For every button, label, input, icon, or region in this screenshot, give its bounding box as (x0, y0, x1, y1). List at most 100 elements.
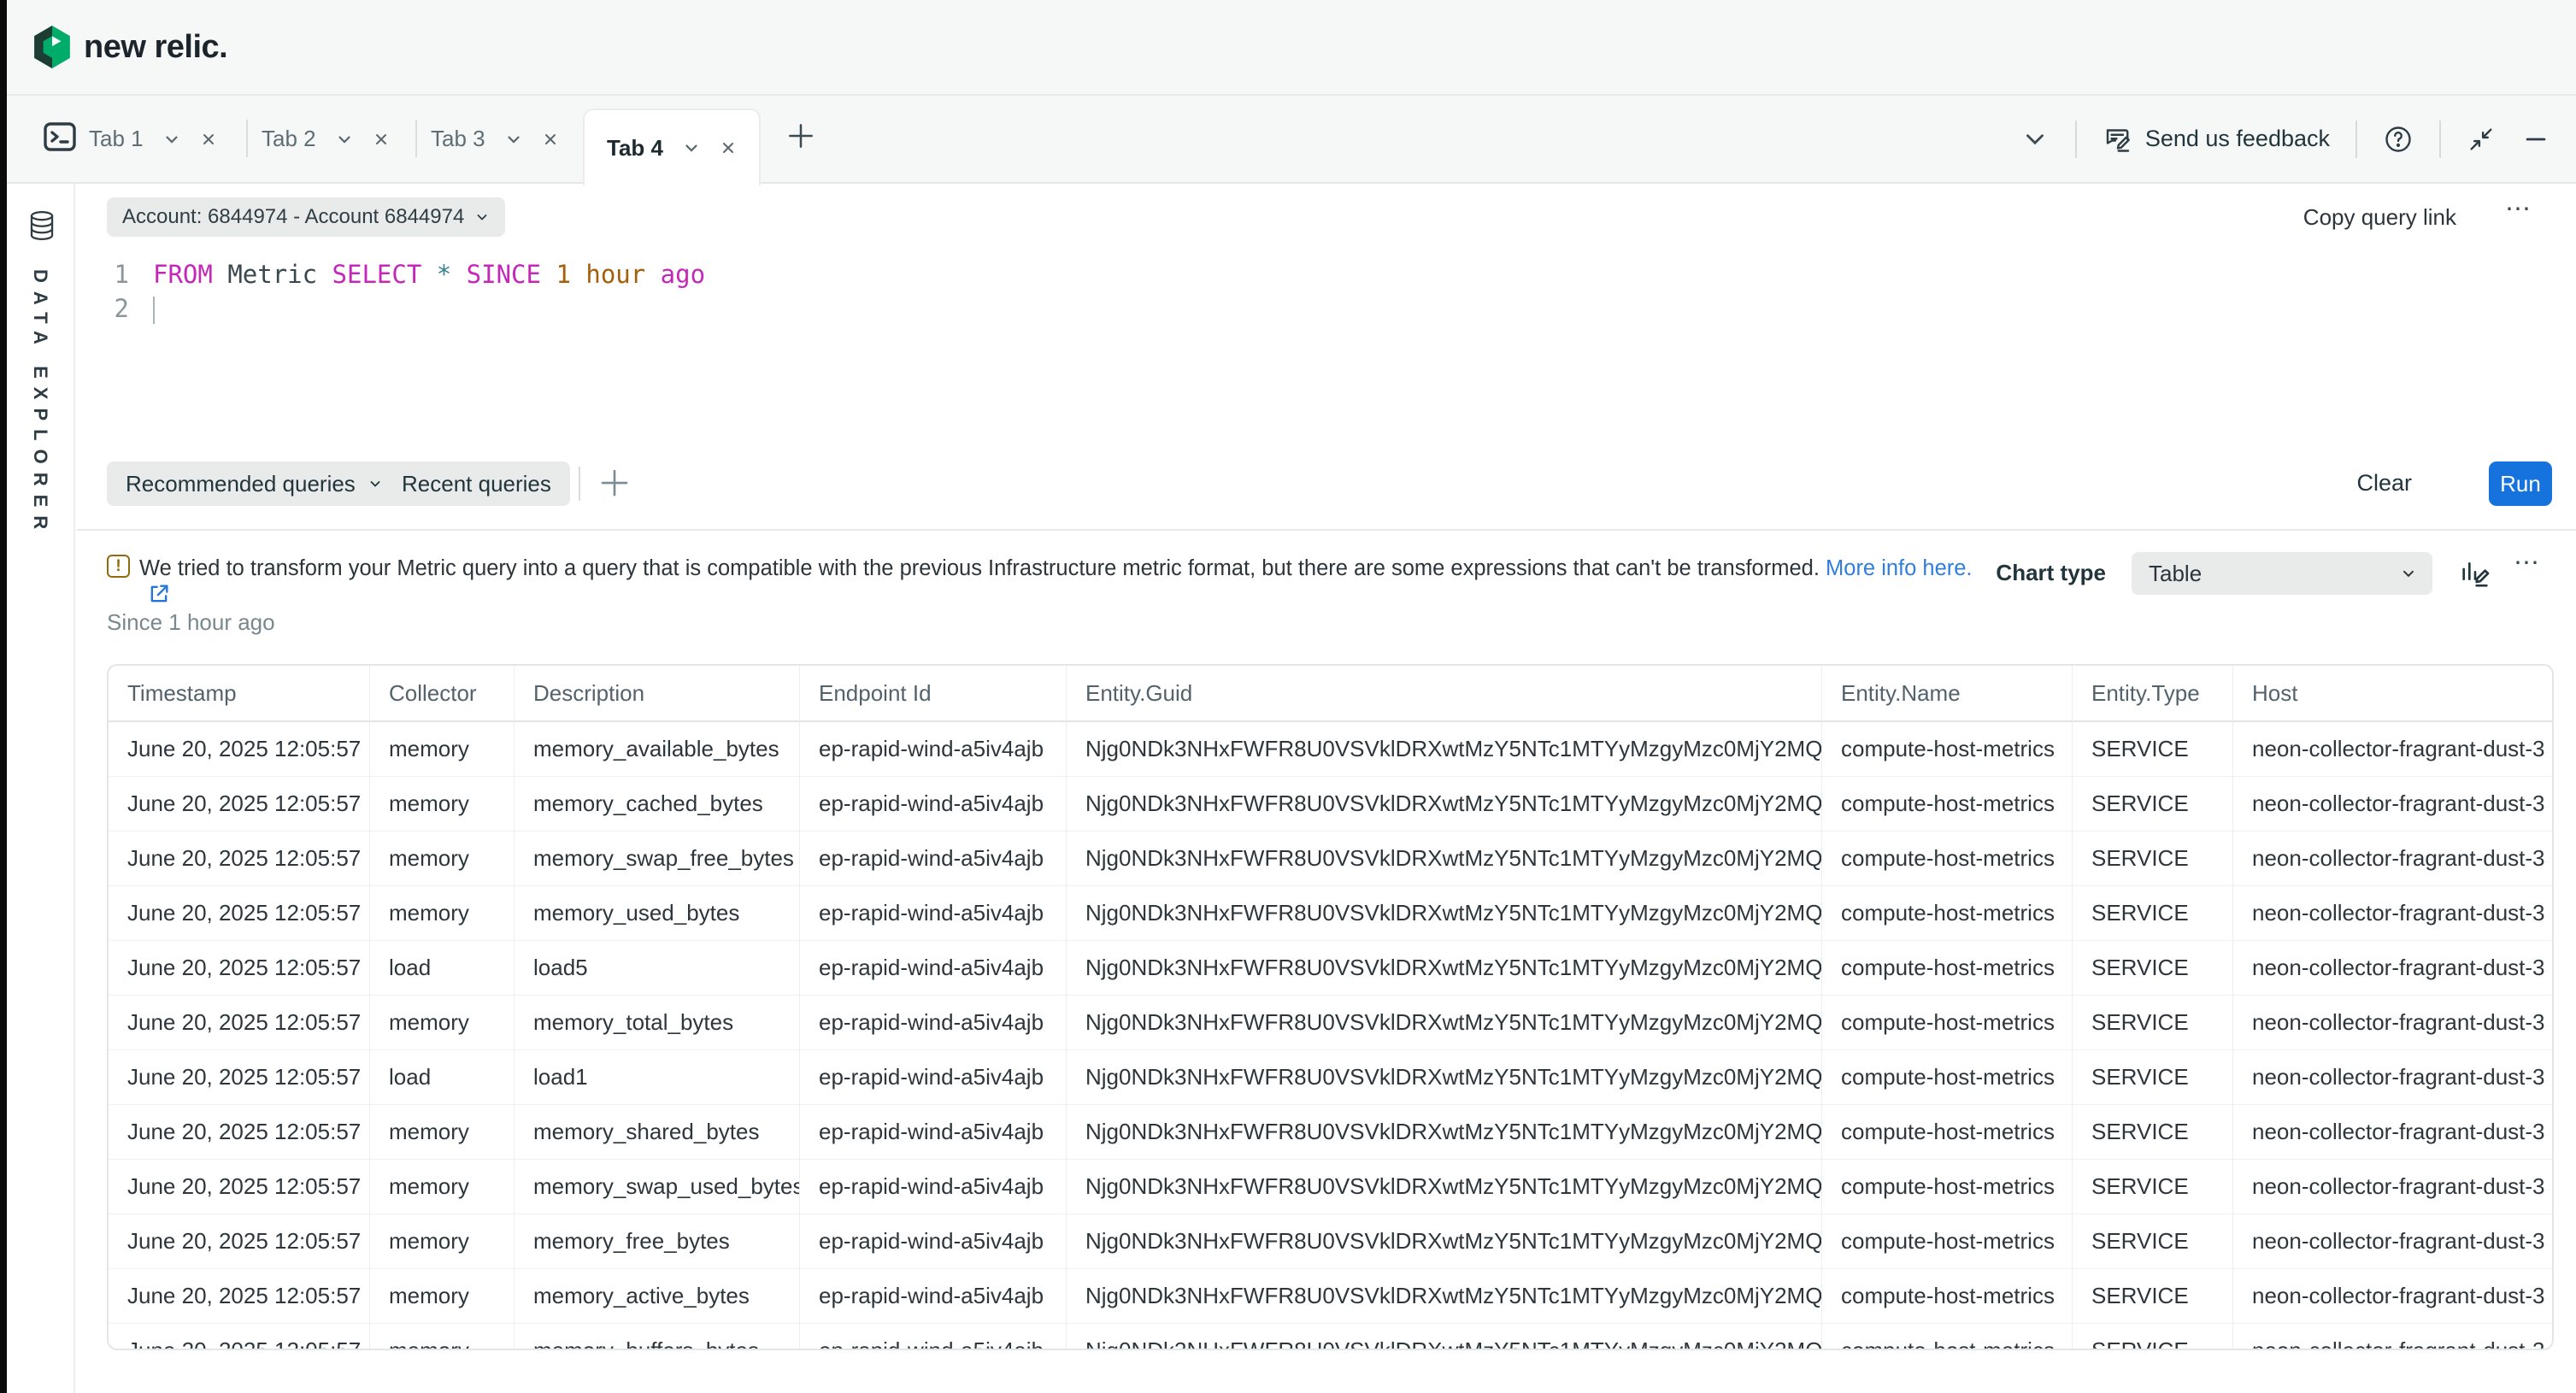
table-cell: neon-collector-fragrant-dust-3 (2233, 1269, 2552, 1324)
table-cell: compute-host-metrics (1822, 1214, 2073, 1269)
table-cell: ep-rapid-wind-a5iv4ajb (800, 1324, 1067, 1350)
column-header[interactable]: Entity.Guid (1067, 666, 1822, 722)
table-cell: memory_shared_bytes (515, 1105, 800, 1160)
run-button[interactable]: Run (2489, 461, 2552, 506)
table-cell: neon-collector-fragrant-dust-3 (2233, 1105, 2552, 1160)
table-cell: SERVICE (2073, 1050, 2233, 1105)
warning-icon: ! (107, 555, 130, 578)
table-cell: June 20, 2025 12:05:57 (109, 777, 370, 832)
add-tab-icon[interactable] (785, 120, 817, 152)
collapse-icon[interactable] (2467, 125, 2496, 154)
column-header[interactable]: Entity.Type (2073, 666, 2233, 722)
results-more-options-icon[interactable]: ⋯ (2514, 555, 2542, 572)
transform-warning: We tried to transform your Metric query … (139, 555, 2028, 582)
warning-message: We tried to transform your Metric query … (139, 556, 1826, 580)
tab-1[interactable]: Tab 1 (89, 96, 217, 182)
table-row: June 20, 2025 12:05:57memorymemory_used_… (109, 886, 2552, 941)
table-cell: SERVICE (2073, 996, 2233, 1050)
text-cursor (153, 297, 155, 324)
table-cell: SERVICE (2073, 832, 2233, 886)
tab-label: Tab 1 (89, 126, 144, 152)
column-header[interactable]: Description (515, 666, 800, 722)
table-cell: compute-host-metrics (1822, 1324, 2073, 1350)
table-cell: neon-collector-fragrant-dust-3 (2233, 1160, 2552, 1214)
chevron-down-icon (368, 476, 383, 491)
results-table: TimestampCollectorDescriptionEndpoint Id… (107, 664, 2554, 1350)
table-row: June 20, 2025 12:05:57loadload1ep-rapid-… (109, 1050, 2552, 1105)
table-cell: memory_total_bytes (515, 996, 800, 1050)
account-selector[interactable]: Account: 6844974 - Account 6844974 (107, 197, 505, 237)
minimize-icon[interactable] (2521, 125, 2550, 154)
tab-3[interactable]: Tab 3 (431, 96, 559, 182)
database-icon[interactable] (27, 209, 56, 242)
table-cell: memory (370, 722, 515, 777)
add-query-icon[interactable] (597, 465, 632, 501)
table-cell: ep-rapid-wind-a5iv4ajb (800, 1105, 1067, 1160)
table-header-row: TimestampCollectorDescriptionEndpoint Id… (109, 666, 2552, 722)
table-cell: neon-collector-fragrant-dust-3 (2233, 941, 2552, 996)
divider (2355, 120, 2357, 158)
table-cell: memory (370, 1269, 515, 1324)
table-cell: neon-collector-fragrant-dust-3 (2233, 722, 2552, 777)
table-cell: ep-rapid-wind-a5iv4ajb (800, 1269, 1067, 1324)
copy-query-link-button[interactable]: Copy query link (2303, 204, 2456, 231)
chart-type-select[interactable]: Table (2132, 552, 2432, 595)
table-cell: ep-rapid-wind-a5iv4ajb (800, 1214, 1067, 1269)
tab-2[interactable]: Tab 2 (262, 96, 390, 182)
code-token-number: 1 hour (556, 260, 660, 289)
help-icon[interactable] (2383, 124, 2414, 155)
table-cell: ep-rapid-wind-a5iv4ajb (800, 722, 1067, 777)
column-header[interactable]: Entity.Name (1822, 666, 2073, 722)
account-selector-label: Account: 6844974 - Account 6844974 (122, 205, 464, 229)
tab-menu-chevron-icon[interactable] (162, 130, 181, 149)
edit-chart-icon[interactable] (2458, 556, 2492, 591)
recent-queries-button[interactable]: Recent queries (383, 461, 570, 506)
tab-list-chevron-icon[interactable] (2020, 125, 2050, 154)
query-more-options-icon[interactable]: ⋯ (2505, 201, 2533, 218)
table-cell: SERVICE (2073, 1269, 2233, 1324)
divider (2439, 120, 2441, 158)
clear-button[interactable]: Clear (2356, 470, 2412, 497)
table-cell: Njg0NDk3NHxFWFR8U0VSVklDRXwtMzY5NTc1MTYy… (1067, 1324, 1822, 1350)
tab-close-icon[interactable] (200, 131, 217, 148)
tab-menu-chevron-icon[interactable] (682, 138, 701, 157)
table-cell: ep-rapid-wind-a5iv4ajb (800, 1050, 1067, 1105)
query-toolbar: Recommended queries Recent queries Clear… (77, 461, 2576, 506)
query-editor[interactable]: 1 FROM Metric SELECT * SINCE 1 hour ago … (107, 257, 705, 326)
table-cell: June 20, 2025 12:05:57 (109, 1105, 370, 1160)
query-console-icon[interactable] (39, 116, 80, 157)
tab-menu-chevron-icon[interactable] (504, 130, 523, 149)
tab-close-icon[interactable] (373, 131, 390, 148)
table-cell: compute-host-metrics (1822, 1160, 2073, 1214)
column-header[interactable]: Collector (370, 666, 515, 722)
divider (2075, 120, 2077, 158)
column-header[interactable]: Host (2233, 666, 2552, 722)
tab-4-active[interactable]: Tab 4 (583, 109, 761, 185)
table-cell: neon-collector-fragrant-dust-3 (2233, 1050, 2552, 1105)
tab-menu-chevron-icon[interactable] (335, 130, 354, 149)
table-row: June 20, 2025 12:05:57memorymemory_buffe… (109, 1324, 2552, 1350)
table-cell: Njg0NDk3NHxFWFR8U0VSVklDRXwtMzY5NTc1MTYy… (1067, 996, 1822, 1050)
table-row: June 20, 2025 12:05:57memorymemory_swap_… (109, 832, 2552, 886)
table-cell: Njg0NDk3NHxFWFR8U0VSVklDRXwtMzY5NTc1MTYy… (1067, 722, 1822, 777)
external-link-icon[interactable] (147, 582, 171, 606)
table-cell: SERVICE (2073, 941, 2233, 996)
table-cell: Njg0NDk3NHxFWFR8U0VSVklDRXwtMzY5NTc1MTYy… (1067, 777, 1822, 832)
table-cell: June 20, 2025 12:05:57 (109, 1050, 370, 1105)
column-header[interactable]: Endpoint Id (800, 666, 1067, 722)
code-token-operator: * (437, 260, 467, 289)
tab-close-icon[interactable] (542, 131, 559, 148)
table-cell: neon-collector-fragrant-dust-3 (2233, 996, 2552, 1050)
table-cell: Njg0NDk3NHxFWFR8U0VSVklDRXwtMzY5NTc1MTYy… (1067, 941, 1822, 996)
table-cell: neon-collector-fragrant-dust-3 (2233, 1324, 2552, 1350)
brand[interactable]: new relic. (32, 26, 227, 68)
tab-close-icon[interactable] (720, 139, 737, 156)
recommended-queries-button[interactable]: Recommended queries (107, 461, 402, 506)
more-info-link[interactable]: More info here. (1826, 556, 1973, 580)
table-cell: Njg0NDk3NHxFWFR8U0VSVklDRXwtMzY5NTc1MTYy… (1067, 886, 1822, 941)
table-cell: compute-host-metrics (1822, 832, 2073, 886)
column-header[interactable]: Timestamp (109, 666, 370, 722)
send-feedback-button[interactable]: Send us feedback (2103, 124, 2330, 155)
table-cell: June 20, 2025 12:05:57 (109, 1160, 370, 1214)
table-cell: ep-rapid-wind-a5iv4ajb (800, 777, 1067, 832)
